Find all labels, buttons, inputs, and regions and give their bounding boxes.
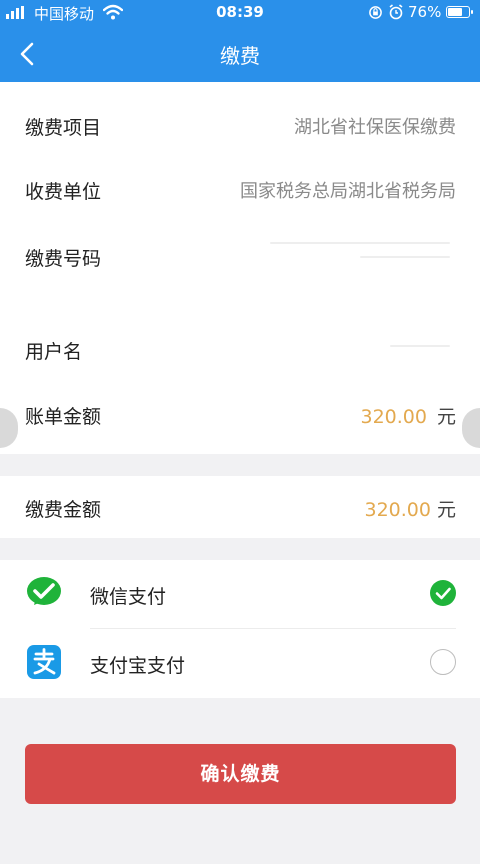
bill-item-row: 缴费项目 湖北省社保医保缴费 <box>0 101 480 149</box>
bill-amount-unit: 元 <box>436 406 456 428</box>
bill-amount-row: 账单金额 320.00 元 <box>0 390 480 438</box>
battery-percent: 76% <box>408 3 442 21</box>
bill-item-label: 缴费项目 <box>25 117 102 139</box>
wechat-pay-radio[interactable] <box>430 580 456 606</box>
alipay-radio[interactable] <box>430 649 456 675</box>
payment-amount-label: 缴费金额 <box>25 499 102 521</box>
bill-details-card: 缴费项目 湖北省社保医保缴费 收费单位 国家税务总局湖北省税务局 缴费号码 用户… <box>0 82 480 454</box>
username-label: 用户名 <box>25 341 83 363</box>
wechat-pay-icon <box>25 574 63 612</box>
payment-amount-unit: 元 <box>436 499 456 521</box>
battery-icon <box>446 6 473 18</box>
payment-amount-card: 缴费金额 320.00 元 <box>0 476 480 538</box>
alipay-icon <box>25 643 63 681</box>
bill-amount-value: 320.00 <box>360 406 427 428</box>
bill-amount-label: 账单金额 <box>25 406 102 428</box>
check-icon <box>435 587 451 600</box>
payment-number-label: 缴费号码 <box>25 248 102 270</box>
payment-number-row: 缴费号码 <box>0 232 480 280</box>
alipay-label: 支付宝支付 <box>90 655 186 677</box>
username-row: 用户名 <box>0 325 480 373</box>
payment-number-redacted <box>270 242 450 244</box>
confirm-payment-button[interactable]: 确认缴费 <box>25 744 456 804</box>
payment-methods-card: 微信支付 支付宝支付 <box>0 560 480 698</box>
wechat-pay-option[interactable]: 微信支付 <box>0 560 480 628</box>
payment-amount-value: 320.00 <box>364 499 431 521</box>
payment-amount-row: 缴费金额 320.00 元 <box>0 483 480 531</box>
wechat-pay-label: 微信支付 <box>90 586 167 608</box>
alipay-option[interactable]: 支付宝支付 <box>0 629 480 697</box>
payee-value: 国家税务总局湖北省税务局 <box>240 181 456 202</box>
payment-number-redacted-2 <box>360 256 450 258</box>
alarm-icon <box>388 4 404 24</box>
bill-item-value: 湖北省社保医保缴费 <box>294 117 456 138</box>
username-redacted <box>390 345 450 347</box>
rotation-lock-icon <box>368 5 383 24</box>
status-bar: 中国移动 08:39 76% <box>0 0 480 26</box>
payee-label: 收费单位 <box>25 181 102 203</box>
nav-bar: 缴费 <box>0 26 480 82</box>
payee-row: 收费单位 国家税务总局湖北省税务局 <box>0 165 480 213</box>
page-title: 缴费 <box>220 44 260 68</box>
